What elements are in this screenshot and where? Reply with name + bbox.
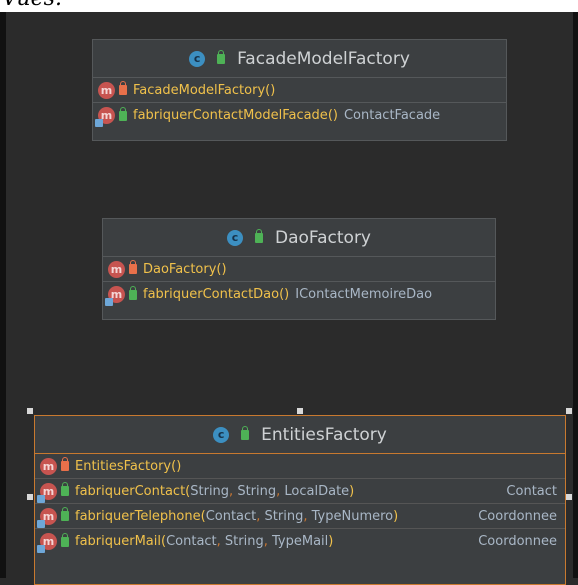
method-name: fabriquerMail bbox=[75, 534, 161, 549]
return-type: Coordonnee bbox=[478, 508, 557, 524]
return-type: ContactFacade bbox=[343, 108, 441, 123]
caption-text: Vues. bbox=[2, 0, 62, 11]
method-row[interactable]: m FacadeModelFactory() bbox=[93, 78, 506, 103]
class-box-facademodelfactory[interactable]: c FacadeModelFactory m FacadeModelFactor… bbox=[92, 39, 507, 141]
private-lock-icon bbox=[61, 457, 69, 471]
method-icon: m bbox=[98, 81, 115, 99]
right-border bbox=[573, 12, 578, 578]
method-parens: () bbox=[327, 108, 338, 123]
class-name: DaoFactory bbox=[274, 227, 371, 248]
method-row[interactable]: m fabriquerTelephone(Contact, String, Ty… bbox=[35, 504, 565, 529]
method-close-paren: ) bbox=[393, 508, 399, 524]
class-box-entitiesfactory[interactable]: c EntitiesFactory m EntitiesFactory() m … bbox=[34, 415, 566, 585]
public-lock-icon bbox=[241, 425, 250, 440]
resize-handle-top-left[interactable] bbox=[27, 408, 33, 414]
private-lock-icon bbox=[119, 81, 127, 95]
method-params: Contact, String, TypeMail bbox=[166, 534, 329, 549]
return-type: IContactMemoireDao bbox=[295, 287, 433, 302]
class-name: EntitiesFactory bbox=[261, 424, 387, 445]
class-header: c EntitiesFactory bbox=[35, 416, 565, 454]
method-icon: m bbox=[105, 286, 125, 306]
left-border bbox=[0, 12, 6, 578]
method-icon: m bbox=[37, 507, 57, 528]
method-icon: m bbox=[40, 457, 57, 475]
class-name: FacadeModelFactory bbox=[237, 48, 410, 69]
public-lock-icon bbox=[254, 228, 263, 243]
resize-handle-middle-left[interactable] bbox=[27, 494, 33, 500]
method-parens: () bbox=[216, 261, 227, 277]
method-row[interactable]: m fabriquerMail(Contact, String, TypeMai… bbox=[35, 529, 565, 554]
class-header: c FacadeModelFactory bbox=[93, 40, 506, 78]
method-parens: () bbox=[171, 458, 182, 474]
public-lock-icon bbox=[61, 507, 69, 521]
method-row[interactable]: m EntitiesFactory() bbox=[35, 454, 565, 479]
resize-handle-top-middle[interactable] bbox=[297, 408, 303, 414]
method-row[interactable]: m fabriquerContactDao() IContactMemoireD… bbox=[103, 282, 495, 307]
class-icon: c bbox=[213, 426, 230, 443]
private-lock-icon bbox=[129, 260, 137, 274]
public-lock-icon bbox=[61, 532, 69, 547]
method-icon: m bbox=[95, 107, 115, 127]
resize-handle-top-right[interactable] bbox=[566, 408, 572, 414]
class-box-daofactory[interactable]: c DaoFactory m DaoFactory() m fabriquerC… bbox=[102, 218, 496, 320]
method-row[interactable]: m DaoFactory() bbox=[103, 257, 495, 282]
method-parens: () bbox=[279, 287, 290, 302]
method-icon: m bbox=[108, 260, 125, 278]
method-name: fabriquerContactDao bbox=[143, 287, 280, 302]
method-params: String, String, LocalDate bbox=[190, 483, 350, 499]
method-name: EntitiesFactory bbox=[75, 458, 172, 474]
method-parens: () bbox=[265, 82, 276, 98]
public-lock-icon bbox=[217, 49, 226, 64]
method-close-paren: ) bbox=[349, 483, 355, 499]
method-name: FacadeModelFactory bbox=[133, 82, 266, 98]
class-header: c DaoFactory bbox=[103, 219, 495, 257]
method-row[interactable]: m fabriquerContactModelFacade() ContactF… bbox=[93, 103, 506, 128]
method-icon: m bbox=[37, 533, 57, 553]
method-name: fabriquerContact bbox=[75, 483, 186, 499]
public-lock-icon bbox=[119, 106, 127, 121]
method-params: Contact, String, TypeNumero bbox=[205, 508, 394, 524]
method-name: DaoFactory bbox=[143, 261, 217, 277]
public-lock-icon bbox=[129, 285, 137, 300]
method-name: fabriquerTelephone bbox=[75, 508, 201, 524]
resize-handle-middle-right[interactable] bbox=[566, 494, 572, 500]
method-close-paren: ) bbox=[328, 534, 334, 549]
public-lock-icon bbox=[61, 482, 69, 496]
class-icon: c bbox=[189, 50, 206, 67]
return-type: Coordonnee bbox=[478, 534, 557, 549]
caption-strip: Vues. bbox=[0, 0, 578, 12]
method-icon: m bbox=[37, 482, 57, 503]
return-type: Contact bbox=[506, 483, 557, 499]
method-name: fabriquerContactModelFacade bbox=[133, 108, 328, 123]
method-row[interactable]: m fabriquerContact(String, String, Local… bbox=[35, 479, 565, 504]
class-icon: c bbox=[226, 229, 243, 246]
